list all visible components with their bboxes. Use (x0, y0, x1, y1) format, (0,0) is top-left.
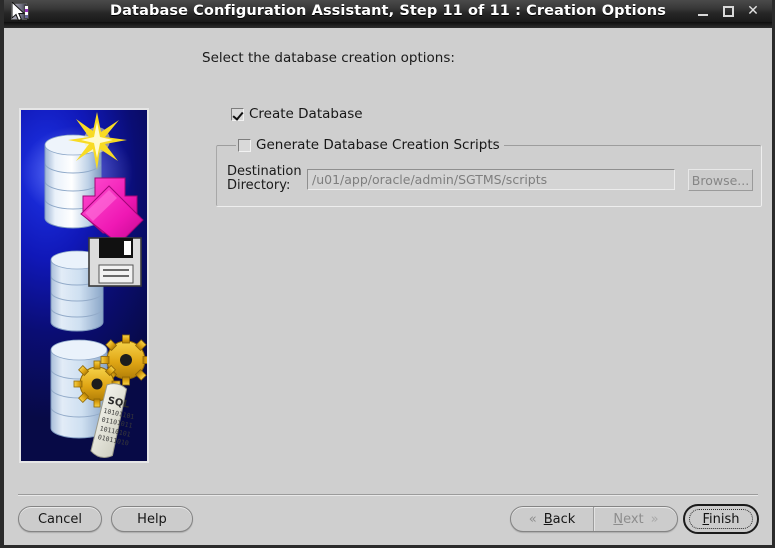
create-database-checkbox[interactable]: Create Database (231, 106, 363, 122)
floppy-disk-icon (88, 237, 142, 287)
database-creation-illustration: SQL 10101101 01101011 10110101 01011010 (19, 108, 149, 463)
help-button[interactable]: Help (111, 506, 193, 532)
destination-label-line2: Directory: (227, 178, 291, 193)
close-icon: ✕ (747, 3, 759, 19)
database-app-icon (11, 3, 29, 20)
illustration-graphic: SQL 10101101 01101011 10110101 01011010 (21, 112, 147, 458)
window-title: Database Configuration Assistant, Step 1… (110, 3, 666, 19)
browse-button[interactable]: Browse... (688, 169, 753, 191)
application-window: Database Configuration Assistant, Step 1… (0, 0, 775, 548)
generate-scripts-checkbox[interactable]: Generate Database Creation Scripts (236, 137, 504, 153)
title-bar: Database Configuration Assistant, Step 1… (4, 0, 772, 22)
chevron-right-icon: » (650, 511, 659, 527)
minimize-icon (698, 13, 708, 16)
navigation-button-group: « Back Next » (510, 506, 678, 532)
destination-directory-input[interactable]: /u01/app/oracle/admin/SGTMS/scripts (307, 169, 675, 190)
footer-separator (18, 494, 758, 496)
next-button-label: Next (613, 511, 644, 527)
page-title: Select the database creation options: (202, 50, 455, 66)
back-button-label: Back (543, 511, 576, 527)
back-button[interactable]: « Back (511, 507, 594, 531)
close-button[interactable]: ✕ (742, 0, 764, 22)
destination-directory-label: Destination Directory: (227, 165, 302, 193)
create-database-label: Create Database (249, 106, 363, 122)
next-button: Next » (594, 507, 677, 531)
dialog-content: Select the database creation options: Cr… (4, 28, 772, 545)
maximize-icon (722, 5, 734, 17)
chevron-left-icon: « (528, 511, 537, 527)
destination-label-line1: Destination (227, 164, 302, 179)
minimize-button[interactable] (692, 0, 714, 22)
generate-scripts-label: Generate Database Creation Scripts (256, 137, 500, 153)
finish-button-label: Finish (702, 511, 740, 527)
cancel-button[interactable]: Cancel (18, 506, 102, 532)
maximize-button[interactable] (717, 0, 739, 22)
finish-button[interactable]: Finish (683, 504, 759, 534)
checkbox-icon-unchecked (238, 138, 251, 152)
checkbox-icon-checked (231, 107, 244, 121)
